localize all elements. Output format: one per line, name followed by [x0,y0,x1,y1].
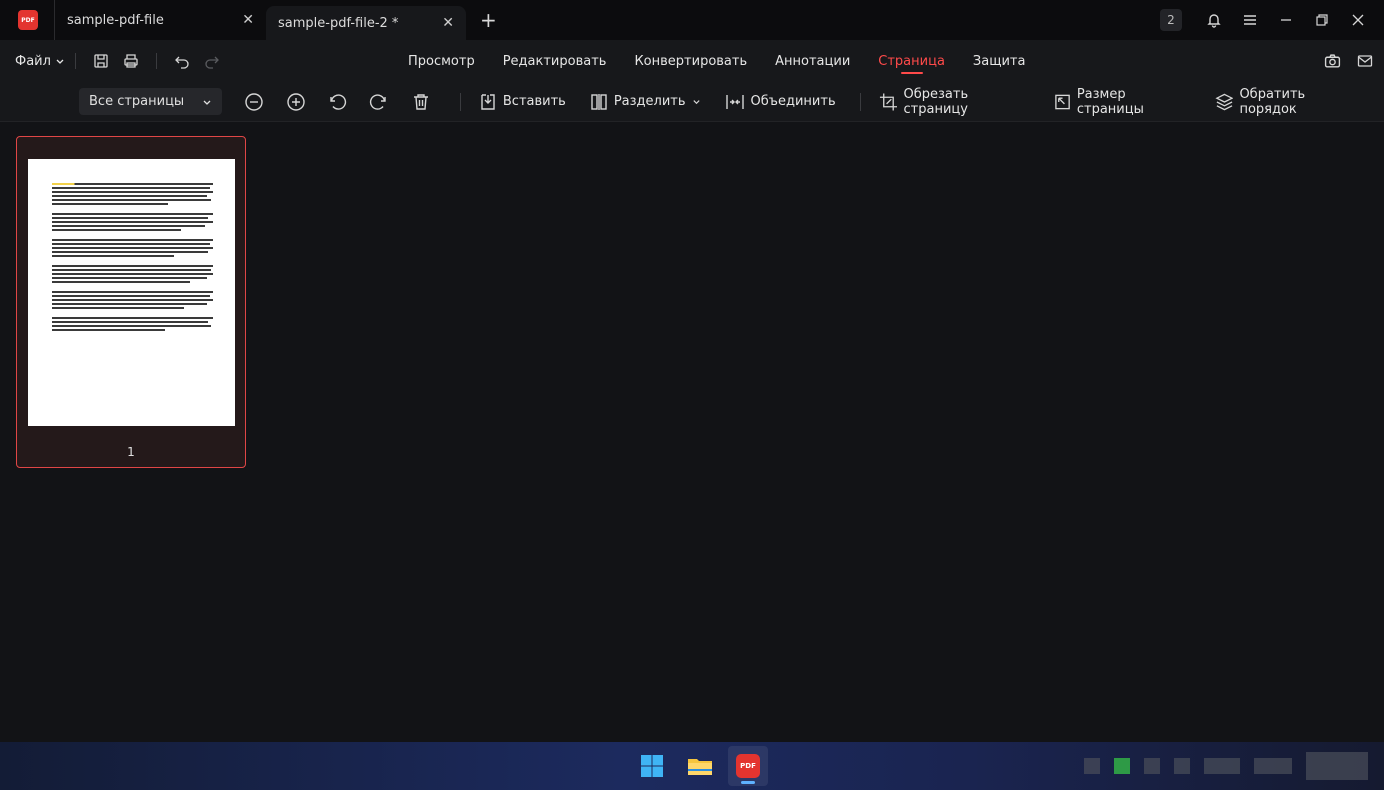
tab-label: sample-pdf-file [67,12,164,28]
text-paragraph [52,265,213,283]
mail-icon[interactable] [1350,41,1380,81]
tray-item[interactable] [1144,758,1160,774]
save-icon[interactable] [86,46,116,76]
file-menu[interactable]: Файл [15,54,65,69]
zoom-out-icon[interactable] [233,82,275,122]
tab-sample-pdf-file[interactable]: sample-pdf-file ✕ [54,0,266,40]
tab-protect[interactable]: Защита [973,40,1026,82]
close-icon[interactable]: ✕ [442,15,454,31]
page-thumbnail-card[interactable]: 1 [16,136,246,468]
text-paragraph [52,213,213,231]
page-workspace: 1 [0,122,1384,742]
restore-icon[interactable] [1304,0,1340,40]
tray-item[interactable] [1114,758,1130,774]
reverse-label: Обратить порядок [1239,86,1306,117]
tab-annotations[interactable]: Аннотации [775,40,850,82]
split-button[interactable]: Разделить [590,82,701,122]
page-toolbar: Все страницы Вставить Разделить Объедини… [0,82,1384,122]
divider [74,53,76,69]
close-icon[interactable] [1340,0,1376,40]
tray-item[interactable] [1174,758,1190,774]
close-icon[interactable]: ✕ [242,12,254,28]
pdf-app-icon: PDF [18,10,38,30]
split-page-icon [591,93,607,110]
tab-edit[interactable]: Редактировать [503,40,607,82]
chevron-down-icon [56,59,64,64]
divider [155,53,157,69]
camera-icon[interactable] [1314,41,1350,81]
page-number: 1 [127,445,135,459]
chevron-down-icon [203,100,211,105]
size-label: Размер страницы [1076,86,1144,117]
menu-right-actions [1314,40,1384,82]
tab-sample-pdf-file-2[interactable]: sample-pdf-file-2 * ✕ [266,6,466,40]
text-paragraph [52,183,213,205]
split-label: Разделить [613,94,686,109]
crop-page-button[interactable]: Обрезать страницу [879,82,1030,122]
page-thumbnail[interactable] [28,159,235,426]
file-menu-label: Файл [15,53,51,69]
system-tray [1084,742,1368,790]
insert-label: Вставить [502,94,566,109]
redo-icon[interactable] [197,46,227,76]
tray-clock[interactable] [1306,752,1368,780]
undo-icon[interactable] [167,46,197,76]
insert-page-icon [481,93,495,110]
os-taskbar: PDF [0,742,1384,790]
page-range-select[interactable]: Все страницы [79,88,222,115]
merge-pages-icon [725,94,744,109]
divider [859,92,861,111]
page-range-select-value: Все страницы [89,94,185,109]
trash-icon[interactable] [400,82,442,122]
windows-start-icon[interactable] [632,746,672,786]
pdf-app-taskbar-icon[interactable]: PDF [728,746,768,786]
hamburger-icon[interactable] [1232,0,1268,40]
tab-label: sample-pdf-file-2 * [278,15,399,31]
tray-item[interactable] [1084,758,1100,774]
divider [459,92,461,111]
main-nav: Просмотр Редактировать Конвертировать Ан… [408,40,1053,82]
tray-item[interactable] [1254,758,1292,774]
tab-convert[interactable]: Конвертировать [634,40,747,82]
print-icon[interactable] [116,46,146,76]
menu-bar: Файл Просмотр Редактировать Конвертирова… [0,40,1384,82]
notification-count-badge[interactable]: 2 [1160,9,1182,31]
app-window: PDF sample-pdf-file ✕ sample-pdf-file-2 … [0,0,1384,790]
tab-page[interactable]: Страница [878,40,945,82]
text-paragraph [52,239,213,257]
window-controls: 2 [1160,0,1384,40]
page-size-button[interactable]: Размер страницы [1054,82,1191,122]
rotate-left-icon[interactable] [317,82,359,122]
minimize-icon[interactable] [1268,0,1304,40]
title-bar: PDF sample-pdf-file ✕ sample-pdf-file-2 … [0,0,1384,40]
crop-icon [879,92,897,111]
new-tab-button[interactable]: + [480,8,497,32]
merge-label: Объединить [750,94,836,109]
pdf-app-icon: PDF [736,754,760,778]
text-paragraph [52,317,213,331]
rotate-right-icon[interactable] [358,82,400,122]
zoom-in-icon[interactable] [275,82,317,122]
layers-icon [1214,93,1234,110]
text-paragraph [52,291,213,309]
crop-label: Обрезать страницу [903,86,969,117]
reverse-order-button[interactable]: Обратить порядок [1214,82,1361,122]
file-explorer-icon[interactable] [680,746,720,786]
resize-icon [1055,94,1070,109]
taskbar-apps: PDF [632,742,768,790]
insert-button[interactable]: Вставить [479,82,566,122]
merge-button[interactable]: Объединить [725,82,836,122]
chevron-down-icon [692,100,700,105]
tab-view[interactable]: Просмотр [408,40,475,82]
tray-item[interactable] [1204,758,1240,774]
bell-icon[interactable] [1196,0,1232,40]
